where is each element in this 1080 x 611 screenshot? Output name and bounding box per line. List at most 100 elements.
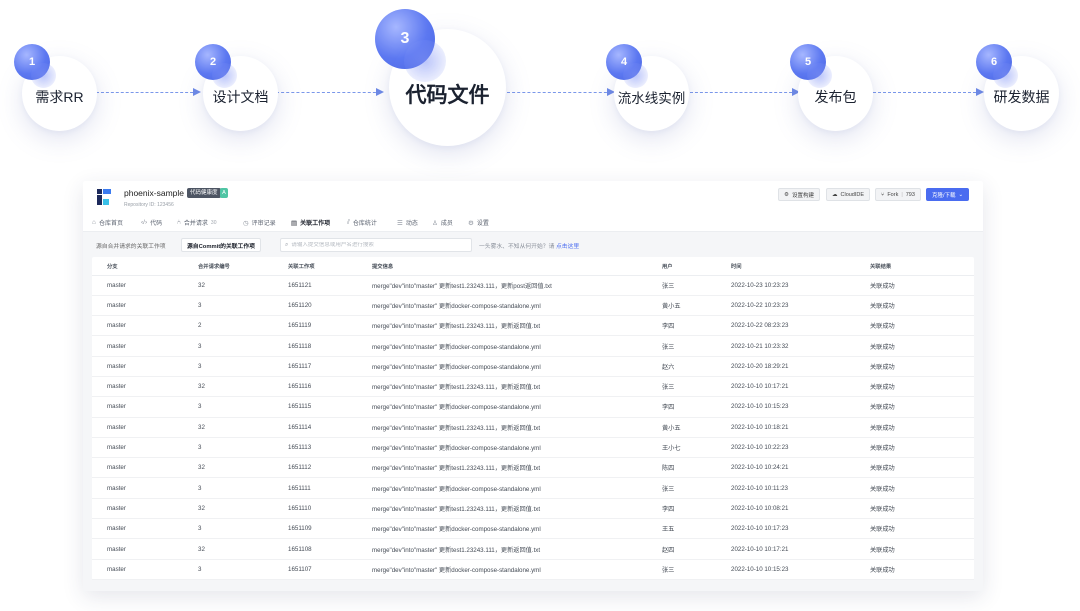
- work-item-cell[interactable]: 1651110: [288, 498, 372, 520]
- clone-download-button[interactable]: 克隆/下载 ⌄: [926, 188, 970, 201]
- mr-number-cell[interactable]: 3: [198, 396, 288, 418]
- work-item-cell[interactable]: 1651119: [288, 315, 372, 337]
- time-cell: 2022-10-20 18:29:21: [731, 356, 870, 377]
- work-item-cell[interactable]: 1651112: [288, 457, 372, 479]
- mr-number-cell[interactable]: 32: [198, 417, 288, 438]
- mr-number-cell[interactable]: 3: [198, 559, 288, 580]
- work-item-cell[interactable]: 1651116: [288, 376, 372, 398]
- fork-button[interactable]: ⑂ Fork | 793: [875, 188, 921, 201]
- tab-repo-stats[interactable]: ⫽ 仓库统计: [347, 217, 377, 228]
- repo-id: Repository ID: 123456: [124, 202, 174, 208]
- link-result-cell: 关联成功: [870, 518, 974, 540]
- commit-message-cell: merge"dev"into"master" 更新test1.23243.111…: [372, 457, 662, 479]
- work-item-cell[interactable]: 1651108: [288, 538, 372, 560]
- repo-name[interactable]: phoenix-sample: [124, 188, 184, 198]
- home-icon: ⌂: [92, 219, 96, 226]
- mr-number-cell[interactable]: 3: [198, 356, 288, 377]
- table-row[interactable]: master 3 1651107 merge"dev"into"master" 更新d…: [92, 559, 974, 580]
- search-box: ⌕: [280, 238, 472, 252]
- table-row[interactable]: master 3 1651109 merge"dev"into"master" 更新d…: [92, 518, 974, 540]
- work-item-cell[interactable]: 1651117: [288, 356, 372, 377]
- document-icon: ▤: [291, 219, 298, 227]
- step-3[interactable]: 3 代码文件: [375, 9, 506, 146]
- time-cell: 2022-10-10 10:24:21: [731, 457, 870, 479]
- column-header-mr-number[interactable]: 合并请求编号: [198, 257, 288, 276]
- step-number-badge: 2: [195, 44, 238, 88]
- table-row[interactable]: master 3 1651120 merge"dev"into"master" 更新d…: [92, 295, 974, 317]
- tab-repo-home[interactable]: ⌂ 仓库首页: [92, 217, 123, 228]
- tab-linked-work-items[interactable]: ▤ 关联工作项: [291, 217, 330, 228]
- tab-label: 关联工作项: [300, 221, 331, 227]
- work-item-cell[interactable]: 1651109: [288, 518, 372, 540]
- step-6[interactable]: 6 研发数据: [976, 44, 1059, 131]
- divider: |: [901, 191, 903, 198]
- mr-number-cell[interactable]: 2: [198, 315, 288, 337]
- step-5[interactable]: 5 发布包: [790, 44, 873, 131]
- table-row[interactable]: master 3 1651113 merge"dev"into"master" 更新d…: [92, 437, 974, 459]
- commit-message-cell: merge"dev"into"master" 更新docker-compose-…: [372, 518, 662, 540]
- user-cell: 李四: [662, 498, 731, 520]
- table-row[interactable]: master 32 1651114 merge"dev"into"master" 更新…: [92, 417, 974, 438]
- table-row[interactable]: master 2 1651119 merge"dev"into"master" 更新t…: [92, 315, 974, 337]
- setup-build-button[interactable]: ⚙ 设置构建: [778, 188, 820, 201]
- cloudide-label: CloudIDE: [840, 191, 865, 198]
- table-row[interactable]: master 32 1651112 merge"dev"into"master" 更新…: [92, 457, 974, 479]
- link-result-cell: 关联成功: [870, 417, 974, 438]
- mr-number-cell[interactable]: 32: [198, 538, 288, 560]
- mr-number-cell[interactable]: 3: [198, 335, 288, 357]
- step-label: 代码文件: [405, 84, 490, 107]
- column-header-work-item[interactable]: 关联工作项: [288, 257, 372, 276]
- mr-number-cell[interactable]: 3: [198, 437, 288, 459]
- work-item-cell[interactable]: 1651118: [288, 335, 372, 357]
- table-row[interactable]: master 3 1651118 merge"dev"into"master" 更新d…: [92, 335, 974, 357]
- mr-number-cell[interactable]: 3: [198, 295, 288, 317]
- work-item-cell[interactable]: 1651107: [288, 559, 372, 580]
- tab-merge-requests[interactable]: ⑃ 合并请求 30: [177, 217, 216, 228]
- work-item-cell[interactable]: 1651113: [288, 437, 372, 459]
- tab-settings[interactable]: ⚙ 设置: [468, 217, 489, 228]
- mr-number-cell[interactable]: 32: [198, 457, 288, 479]
- tab-activity[interactable]: ☰ 动态: [397, 217, 418, 228]
- work-item-cell[interactable]: 1651111: [288, 477, 372, 499]
- cloudide-button[interactable]: ☁ CloudIDE: [826, 188, 871, 201]
- table-row[interactable]: master 32 1651110 merge"dev"into"master" 更新…: [92, 498, 974, 520]
- work-item-cell[interactable]: 1651120: [288, 295, 372, 317]
- mr-number-cell[interactable]: 32: [198, 376, 288, 398]
- mr-number-cell[interactable]: 32: [198, 275, 288, 296]
- help-link[interactable]: 点击这里: [556, 244, 579, 250]
- link-result-cell: 关联成功: [870, 559, 974, 580]
- work-item-cell[interactable]: 1651115: [288, 396, 372, 418]
- time-cell: 2022-10-10 10:17:21: [731, 376, 870, 398]
- table-row[interactable]: master 32 1651108 merge"dev"into"master" 更新…: [92, 538, 974, 560]
- filter-from-merge-request[interactable]: 源自合并请求的关联工作项: [91, 238, 171, 252]
- table-row[interactable]: master 3 1651117 merge"dev"into"master" 更新d…: [92, 356, 974, 377]
- tab-review-records[interactable]: ◷ 评审记录: [243, 217, 276, 228]
- commit-message-cell: merge"dev"into"master" 更新docker-compose-…: [372, 437, 662, 459]
- mr-number-cell[interactable]: 32: [198, 498, 288, 520]
- branch-cell: master: [92, 356, 198, 377]
- mr-number-cell[interactable]: 3: [198, 477, 288, 499]
- table-row[interactable]: master 32 1651116 merge"dev"into"master" 更新…: [92, 376, 974, 398]
- step-number-badge: 4: [606, 44, 649, 88]
- column-header-user[interactable]: 用户: [662, 257, 731, 276]
- code-health-badge[interactable]: 代码健康度: [187, 188, 221, 198]
- table-row[interactable]: master 32 1651121 merge"dev"into"master" 更新…: [92, 275, 974, 296]
- tab-members[interactable]: ♙ 成员: [432, 217, 453, 228]
- column-header-time[interactable]: 时间: [731, 257, 870, 276]
- step-1[interactable]: 1 需求RR: [14, 44, 97, 131]
- search-input[interactable]: [291, 242, 467, 248]
- column-header-commit-message[interactable]: 提交信息: [372, 257, 662, 276]
- branch-cell: master: [92, 457, 198, 479]
- step-4[interactable]: 4 流水线实例: [606, 44, 689, 131]
- table-row[interactable]: master 3 1651115 merge"dev"into"master" 更新d…: [92, 396, 974, 418]
- step-2[interactable]: 2 设计文档: [195, 44, 278, 131]
- table-row[interactable]: master 3 1651111 merge"dev"into"master" 更新d…: [92, 477, 974, 499]
- mr-number-cell[interactable]: 3: [198, 518, 288, 540]
- tab-code[interactable]: ‹/› 代码: [141, 217, 162, 228]
- work-item-cell[interactable]: 1651114: [288, 417, 372, 438]
- filter-from-commit[interactable]: 源自Commit的关联工作项: [181, 238, 261, 252]
- work-item-cell[interactable]: 1651121: [288, 275, 372, 296]
- column-header-link-result[interactable]: 关联结果: [870, 257, 974, 276]
- column-header-branch[interactable]: 分支: [92, 257, 198, 276]
- step-label: 需求RR: [35, 89, 84, 105]
